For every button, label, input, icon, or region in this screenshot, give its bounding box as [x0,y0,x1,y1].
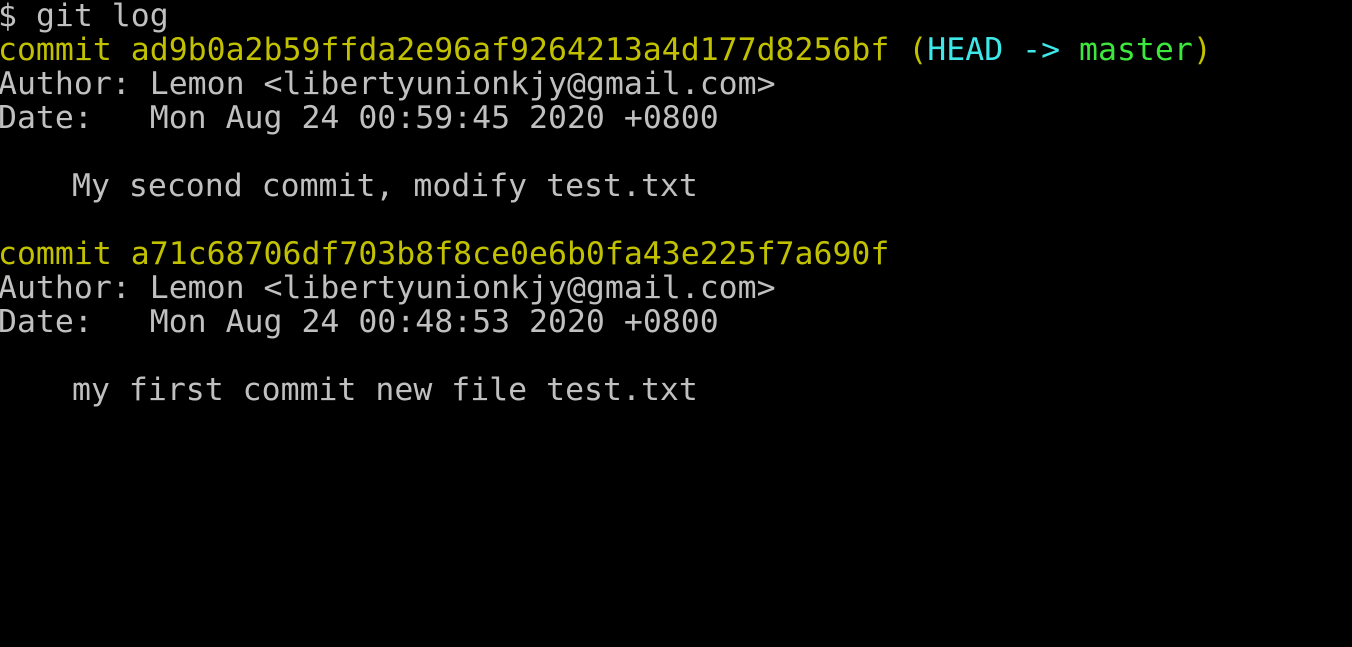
author-line: Author: Lemon <libertyunionkjy@gmail.com… [0,271,776,305]
author-label: Author: [0,66,131,102]
date-label: Date: [0,100,93,136]
terminal-window[interactable]: $ git log commit ad9b0a2b59ffda2e96af926… [0,0,1352,425]
commit-line: commit a71c68706df703b8f8ce0e6b0fa43e225… [0,237,889,271]
commit-label: commit [0,32,112,68]
command-text: git log [35,0,169,34]
date-value: Mon Aug 24 00:48:53 2020 +0800 [149,304,719,340]
author-label: Author: [0,270,131,306]
date-line: Date: Mon Aug 24 00:48:53 2020 +0800 [0,305,719,339]
date-value: Mon Aug 24 00:59:45 2020 +0800 [149,100,719,136]
date-line: Date: Mon Aug 24 00:59:45 2020 +0800 [0,101,719,135]
author-line: Author: Lemon <libertyunionkjy@gmail.com… [0,67,776,101]
commit-hash: ad9b0a2b59ffda2e96af9264213a4d177d8256bf [130,32,890,68]
ref-close-paren: ) [1192,32,1212,68]
commit-line: commit ad9b0a2b59ffda2e96af9264213a4d177… [0,33,1212,67]
date-label: Date: [0,304,93,340]
author-value: Lemon <libertyunionkjy@gmail.com> [149,270,776,306]
branch-ref: master [1079,32,1193,68]
shell-prompt: $ [0,0,17,34]
ref-open-paren: ( [908,32,928,68]
commit-message: My second commit, modify test.txt [72,168,698,204]
head-ref: HEAD -> [927,32,1061,68]
commit-label: commit [0,236,112,272]
commit-hash: a71c68706df703b8f8ce0e6b0fa43e225f7a690f [130,236,890,272]
author-value: Lemon <libertyunionkjy@gmail.com> [149,66,776,102]
command-line: $ git log [0,0,169,33]
commit-message: my first commit new file test.txt [72,372,698,408]
